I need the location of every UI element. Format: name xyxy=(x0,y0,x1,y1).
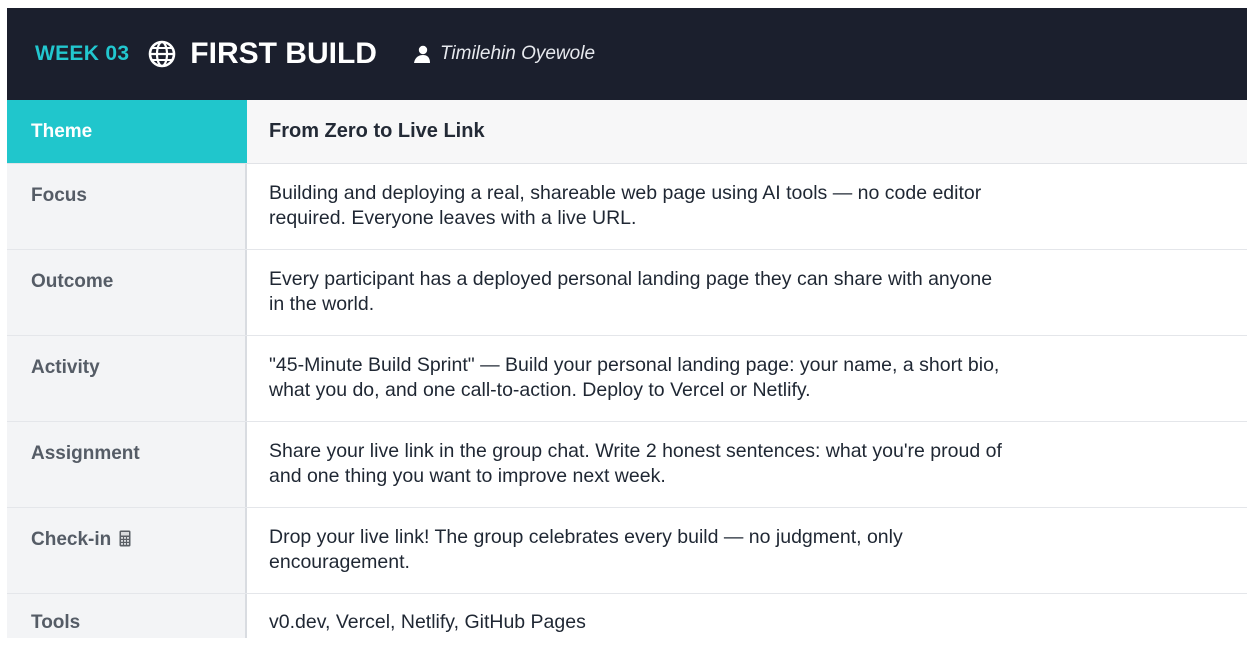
theme-row: Theme From Zero to Live Link xyxy=(7,100,1247,164)
row-value-line: Share your live link in the group chat. … xyxy=(269,440,1002,462)
person-icon xyxy=(412,44,432,64)
activity-row: Activity "45-Minute Build Sprint" — Buil… xyxy=(7,336,1247,422)
row-value: Drop your live link! The group celebrate… xyxy=(247,508,1247,593)
week-header: WEEK 03 FIRST BUILD Timilehin Oyewole xyxy=(7,8,1247,100)
author-name: Timilehin Oyewole xyxy=(439,43,596,64)
row-value-line: encouragement. xyxy=(269,551,410,573)
outcome-row: Outcome Every participant has a deployed… xyxy=(7,250,1247,336)
row-value: v0.dev, Vercel, Netlify, GitHub Pages xyxy=(269,611,586,633)
row-label: Check-in xyxy=(31,529,112,550)
row-value: Building and deploying a real, shareable… xyxy=(247,164,1247,249)
checkin-row: Check-in Drop your live link! The group … xyxy=(7,508,1247,594)
row-value: "45-Minute Build Sprint" — Build your pe… xyxy=(247,336,1247,421)
session-title: FIRST BUILD xyxy=(190,37,377,70)
calculator-icon xyxy=(119,530,131,547)
row-value-line: "45-Minute Build Sprint" — Build your pe… xyxy=(269,354,1000,376)
row-value-line: and one thing you want to improve next w… xyxy=(269,465,666,487)
row-label: Tools xyxy=(7,594,247,638)
row-label: Activity xyxy=(7,336,247,421)
tools-row: Tools v0.dev, Vercel, Netlify, GitHub Pa… xyxy=(7,594,1247,638)
row-label: Outcome xyxy=(7,250,247,335)
row-label: Assignment xyxy=(7,422,247,507)
week-number: WEEK 03 xyxy=(35,42,130,65)
theme-label: Theme xyxy=(7,100,247,163)
theme-value: From Zero to Live Link xyxy=(247,100,1247,163)
row-value-line: in the world. xyxy=(269,293,375,315)
week-details-table: Theme From Zero to Live Link Focus Build… xyxy=(7,100,1247,638)
row-value: Every participant has a deployed persona… xyxy=(247,250,1247,335)
assignment-row: Assignment Share your live link in the g… xyxy=(7,422,1247,508)
row-value-line: Every participant has a deployed persona… xyxy=(269,268,993,290)
row-value-line: Building and deploying a real, shareable… xyxy=(269,182,982,204)
row-value-line: what you do, and one call-to-action. Dep… xyxy=(269,379,811,401)
globe-icon xyxy=(147,39,177,69)
row-label-container: Check-in xyxy=(7,508,247,593)
row-label: Focus xyxy=(7,164,247,249)
row-value-line: required. Everyone leaves with a live UR… xyxy=(269,207,637,229)
row-value: Share your live link in the group chat. … xyxy=(247,422,1247,507)
row-value-line: Drop your live link! The group celebrate… xyxy=(269,526,903,548)
focus-row: Focus Building and deploying a real, sha… xyxy=(7,164,1247,250)
